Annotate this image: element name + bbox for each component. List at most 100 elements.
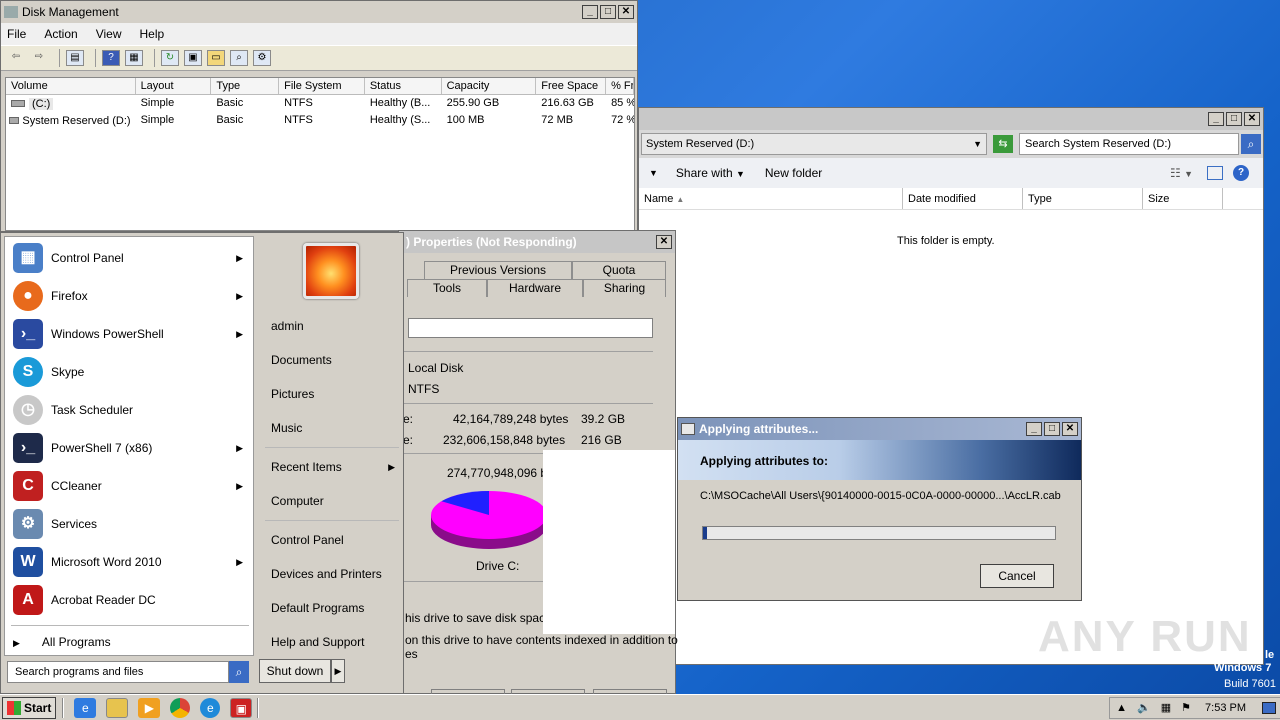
- new-folder-button[interactable]: New folder: [765, 166, 822, 180]
- show-pane-icon[interactable]: ▦: [125, 50, 143, 66]
- minimize-button[interactable]: _: [582, 5, 598, 19]
- preview-pane-icon[interactable]: [1207, 166, 1223, 180]
- col-volume[interactable]: Volume: [6, 78, 136, 94]
- start-menu-link[interactable]: Recent Items ▶: [259, 450, 405, 484]
- cancel-button[interactable]: Cancel: [980, 564, 1054, 588]
- all-programs-button[interactable]: ▶ All Programs: [13, 635, 111, 649]
- start-menu-item[interactable]: ● Firefox ▶: [5, 277, 253, 315]
- close-button[interactable]: ✕: [656, 235, 672, 249]
- start-menu-item[interactable]: ▦ Control Panel ▶: [5, 239, 253, 277]
- edge-icon[interactable]: e: [200, 697, 221, 718]
- col-type[interactable]: Type: [1023, 188, 1143, 209]
- properties-icon[interactable]: ▣: [184, 50, 202, 66]
- back-icon[interactable]: ⇦: [7, 50, 25, 66]
- user-picture[interactable]: [303, 243, 359, 299]
- address-bar[interactable]: System Reserved (D:) ▼: [641, 133, 987, 155]
- file-explorer-icon[interactable]: [106, 697, 129, 718]
- maximize-button[interactable]: □: [600, 5, 616, 19]
- start-menu-link[interactable]: Documents: [259, 343, 405, 377]
- refresh-icon[interactable]: ⇆: [993, 135, 1013, 153]
- maximize-button[interactable]: □: [1044, 422, 1060, 436]
- table-row[interactable]: System Reserved (D:) Simple Basic NTFS H…: [6, 112, 634, 129]
- minimize-button[interactable]: _: [1026, 422, 1042, 436]
- col-size[interactable]: Size: [1143, 188, 1223, 209]
- start-menu-item[interactable]: ⚙ Services: [5, 505, 253, 543]
- table-row[interactable]: (C:) Simple Basic NTFS Healthy (B... 255…: [6, 95, 634, 112]
- start-menu-link[interactable]: Music: [259, 411, 405, 445]
- clock[interactable]: 7:53 PM: [1205, 702, 1246, 714]
- tab-previous-versions[interactable]: Previous Versions: [424, 261, 572, 279]
- close-button[interactable]: ✕: [1244, 112, 1260, 126]
- col-layout[interactable]: Layout: [136, 78, 212, 94]
- shut-down-button[interactable]: Shut down: [259, 659, 331, 683]
- refresh-icon[interactable]: ↻: [161, 50, 179, 66]
- show-hidden-icons-icon[interactable]: ▲: [1116, 702, 1127, 714]
- start-menu-item[interactable]: ◷ Task Scheduler: [5, 391, 253, 429]
- start-button[interactable]: Start: [2, 696, 57, 719]
- col-type[interactable]: Type: [211, 78, 280, 94]
- shut-down-options-arrow[interactable]: ▶: [331, 659, 345, 683]
- tab-quota[interactable]: Quota: [572, 261, 666, 279]
- volume-icon[interactable]: 🔈: [1137, 701, 1151, 714]
- tab-sharing[interactable]: Sharing: [583, 279, 666, 297]
- col-name[interactable]: Name ▲: [639, 188, 903, 209]
- start-menu-link[interactable]: Devices and Printers: [259, 557, 405, 591]
- console-tree-icon[interactable]: ▤: [66, 50, 84, 66]
- close-button[interactable]: ✕: [1062, 422, 1078, 436]
- network-icon[interactable]: ▦: [1161, 701, 1171, 714]
- col-capacity[interactable]: Capacity: [442, 78, 537, 94]
- properties-titlebar[interactable]: ) Properties (Not Responding) ✕: [399, 231, 675, 253]
- volume-label-input[interactable]: [408, 318, 653, 338]
- start-search-box[interactable]: Search programs and files: [7, 661, 229, 683]
- action-center-flag-icon[interactable]: ⚑: [1181, 701, 1191, 714]
- applying-titlebar[interactable]: Applying attributes... _ □ ✕: [678, 418, 1081, 440]
- start-menu-link[interactable]: Computer: [259, 484, 405, 518]
- start-menu-link[interactable]: admin: [259, 309, 405, 343]
- start-menu-link[interactable]: Control Panel: [259, 523, 405, 557]
- start-menu-item[interactable]: C CCleaner ▶: [5, 467, 253, 505]
- compress-checkbox-label[interactable]: his drive to save disk space: [405, 611, 552, 625]
- media-player-icon[interactable]: ▶: [138, 697, 161, 718]
- malware-app-icon[interactable]: ▣: [230, 697, 253, 718]
- menu-view[interactable]: View: [96, 27, 122, 41]
- open-folder-icon[interactable]: ▭: [207, 50, 225, 66]
- start-menu-item[interactable]: ›_ PowerShell 7 (x86) ▶: [5, 429, 253, 467]
- find-icon[interactable]: ⌕: [230, 50, 248, 66]
- show-desktop-icon[interactable]: [1262, 701, 1276, 714]
- col-date-modified[interactable]: Date modified: [903, 188, 1023, 209]
- help-icon[interactable]: ?: [102, 50, 120, 66]
- start-menu-item[interactable]: S Skype: [5, 353, 253, 391]
- start-menu-item[interactable]: ›_ Windows PowerShell ▶: [5, 315, 253, 353]
- disk-management-titlebar[interactable]: Disk Management _ □ ✕: [1, 1, 637, 23]
- settings-icon[interactable]: ⚙: [253, 50, 271, 66]
- help-icon[interactable]: ?: [1233, 165, 1249, 181]
- maximize-button[interactable]: □: [1226, 112, 1242, 126]
- organize-arrow-icon[interactable]: ▼: [649, 168, 658, 178]
- col-percent-free[interactable]: % Fr: [606, 78, 634, 94]
- menu-file[interactable]: File: [7, 27, 26, 41]
- view-options-icon[interactable]: ☷ ▼: [1170, 166, 1193, 180]
- dropdown-arrow-icon[interactable]: ▼: [973, 139, 982, 149]
- col-status[interactable]: Status: [365, 78, 442, 94]
- explorer-titlebar[interactable]: _ □ ✕: [639, 108, 1263, 130]
- index-checkbox-label[interactable]: on this drive to have contents indexed i…: [405, 633, 678, 647]
- start-menu-link[interactable]: Pictures: [259, 377, 405, 411]
- search-icon[interactable]: ⌕: [1241, 134, 1261, 154]
- internet-explorer-icon[interactable]: e: [74, 697, 97, 718]
- start-menu-link[interactable]: Help and Support: [259, 625, 405, 659]
- start-menu-item[interactable]: A Acrobat Reader DC: [5, 581, 253, 619]
- search-box[interactable]: Search System Reserved (D:): [1019, 133, 1239, 155]
- close-button[interactable]: ✕: [618, 5, 634, 19]
- start-menu-item[interactable]: W Microsoft Word 2010 ▶: [5, 543, 253, 581]
- share-with-button[interactable]: Share with ▼: [676, 166, 745, 180]
- tab-tools[interactable]: Tools: [407, 279, 487, 297]
- col-free-space[interactable]: Free Space: [536, 78, 607, 94]
- col-filesystem[interactable]: File System: [279, 78, 365, 94]
- tab-hardware[interactable]: Hardware: [487, 279, 583, 297]
- search-icon[interactable]: ⌕: [229, 661, 249, 683]
- chrome-icon[interactable]: [170, 697, 191, 718]
- menu-action[interactable]: Action: [44, 27, 77, 41]
- forward-icon[interactable]: ⇨: [30, 50, 48, 66]
- start-menu-link[interactable]: Default Programs: [259, 591, 405, 625]
- minimize-button[interactable]: _: [1208, 112, 1224, 126]
